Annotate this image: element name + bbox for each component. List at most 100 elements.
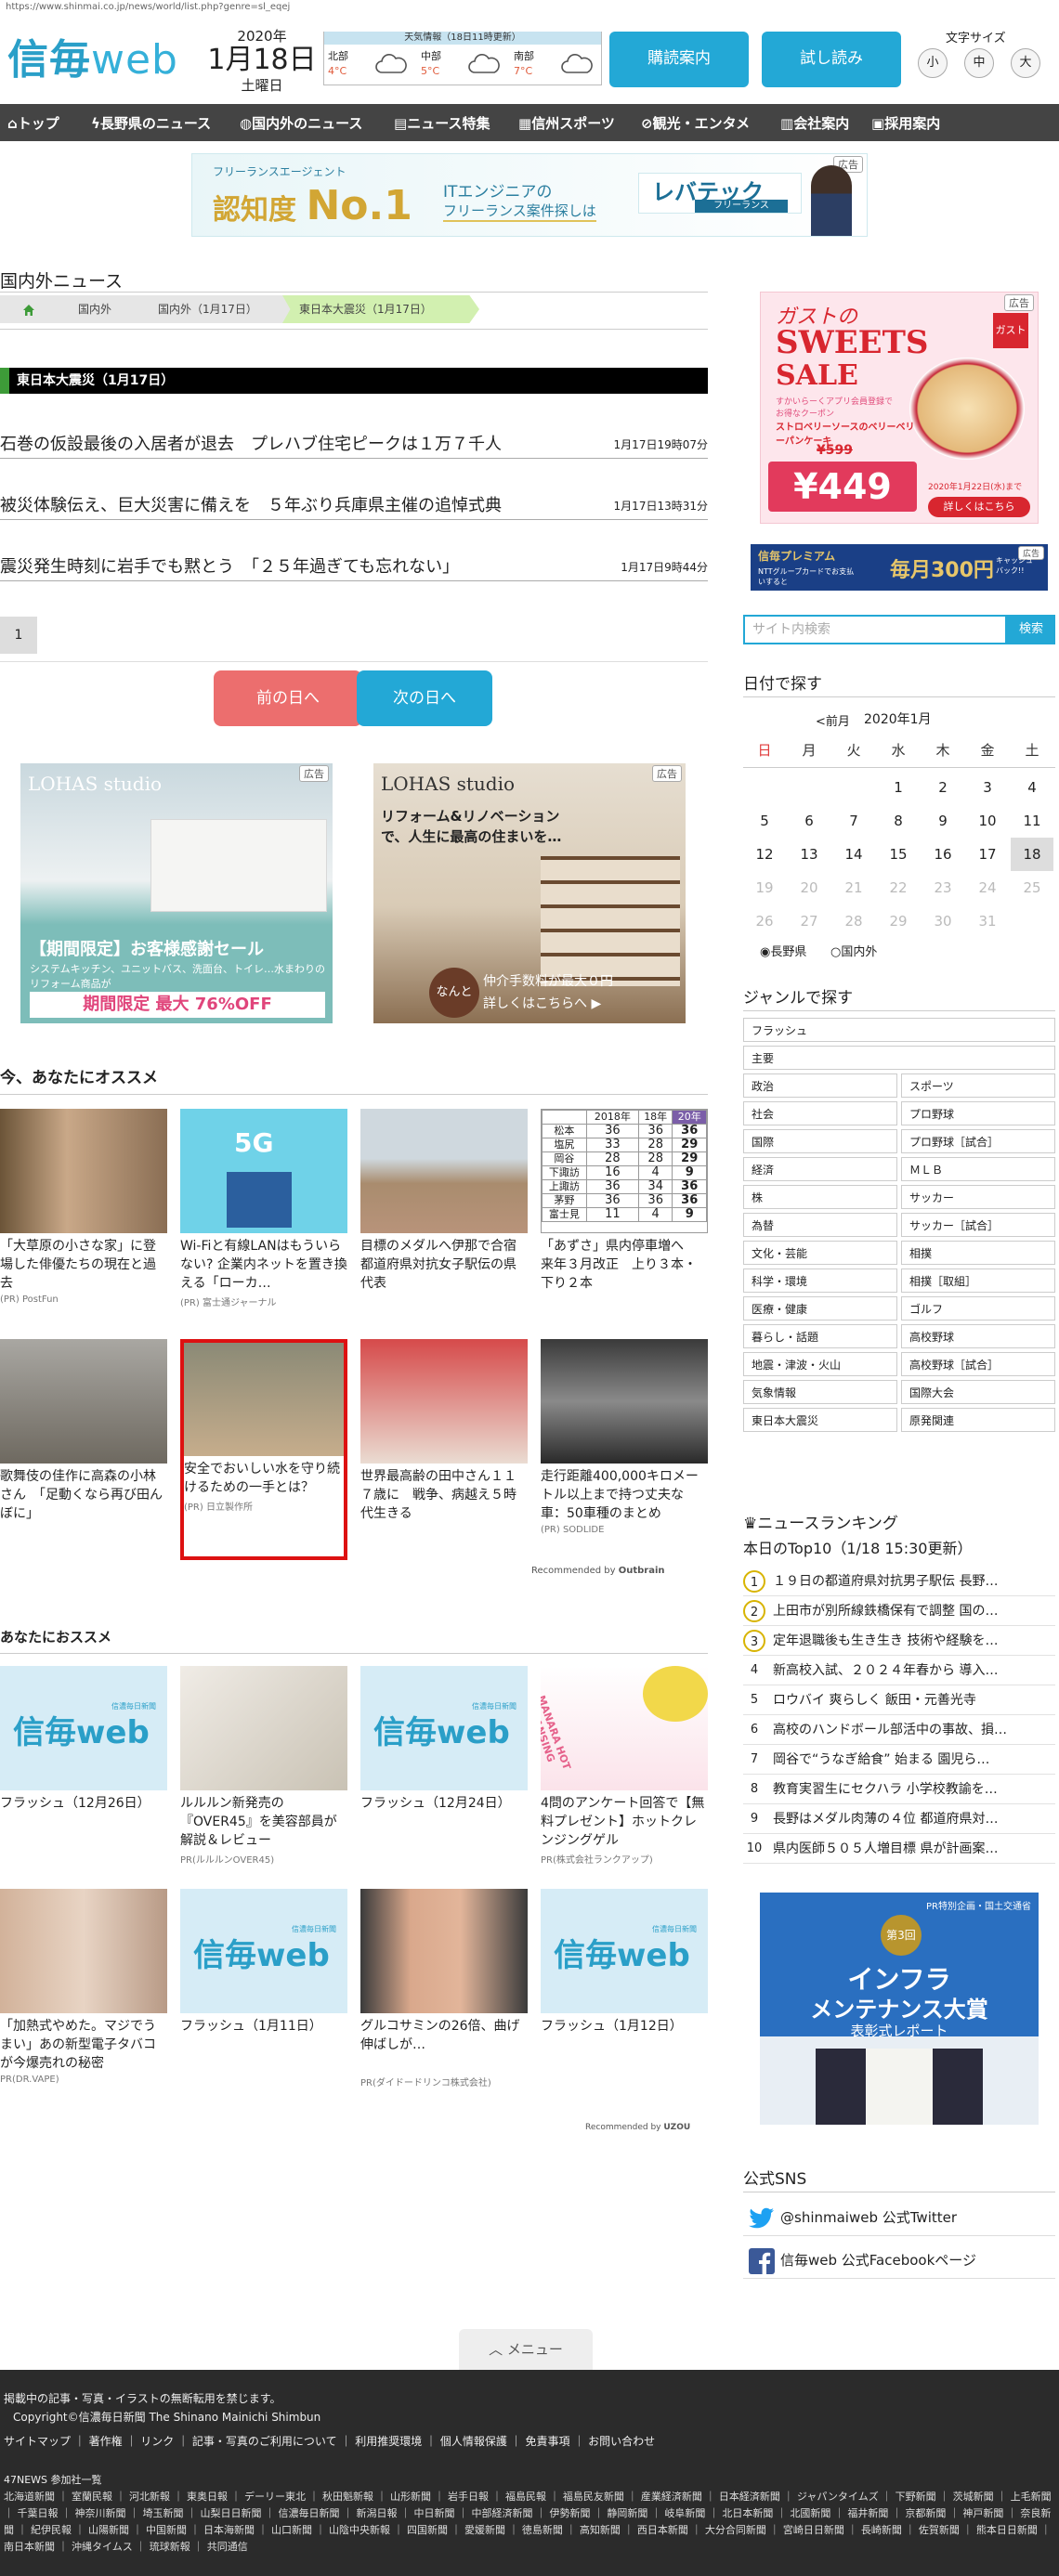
genre-item[interactable]: 国際 <box>743 1129 897 1153</box>
ad-link[interactable]: 詳しくはこちらへ ▶ <box>483 994 601 1012</box>
genre-item[interactable]: 東日本大震災 <box>743 1408 897 1432</box>
genre-item[interactable]: 高校野球［試合］ <box>901 1352 1055 1376</box>
calendar-day[interactable]: 11 <box>1011 804 1053 838</box>
genre-item[interactable]: 相撲［取組］ <box>901 1268 1055 1293</box>
footer-link[interactable]: 個人情報保護 ｜ <box>440 2435 526 2448</box>
genre-item[interactable]: 為替 <box>743 1213 897 1237</box>
rec-card[interactable]: 世界最高齢の田中さん１１７歳に 戦争、病越え５時代生きる <box>360 1339 528 1523</box>
subscription-button[interactable]: 購読案内 <box>609 32 749 87</box>
nav-item-feature[interactable]: ▤ニュース特集 <box>394 113 490 133</box>
rec2-card[interactable]: 信毎web 信濃毎日新聞 フラッシュ（12月26日） <box>0 1666 167 1813</box>
calendar-radio-world[interactable]: ○国内外 <box>830 942 877 959</box>
calendar-day[interactable]: 10 <box>966 804 1009 838</box>
calendar-day[interactable]: 14 <box>832 838 875 871</box>
prev-day-button[interactable]: 前の日へ <box>214 670 362 726</box>
footer-link[interactable]: 記事・写真のご利用について ｜ <box>192 2435 355 2448</box>
calendar-day[interactable]: 7 <box>832 804 875 838</box>
genre-item[interactable]: 社会 <box>743 1101 897 1125</box>
genre-item[interactable]: 科学・環境 <box>743 1268 897 1293</box>
footer-link[interactable]: 利用推奨環境 ｜ <box>355 2435 440 2448</box>
font-size-large-button[interactable]: 大 <box>1011 48 1040 78</box>
breadcrumb-home[interactable] <box>0 295 74 323</box>
font-size-small-button[interactable]: 小 <box>918 48 948 78</box>
footer-link[interactable]: リンク ｜ <box>140 2435 192 2448</box>
calendar-day-today[interactable]: 18 <box>1011 838 1053 871</box>
calendar-radio-nagano[interactable]: ◉長野県 <box>760 942 806 959</box>
rec2-card[interactable]: 「加熱式やめた。マジでうまい」あの新型電子タバコが今爆売れの秘密 PR(DR.V… <box>0 1889 167 2085</box>
nav-item-tourism[interactable]: ⊘観光・エンタメ <box>641 113 750 133</box>
ranking-item[interactable]: 2 上田市が別所線鉄橋保有で調整 国の… <box>743 1597 1055 1625</box>
genre-item[interactable]: 高校野球 <box>901 1324 1055 1348</box>
genre-item[interactable]: 経済 <box>743 1157 897 1181</box>
calendar-day[interactable]: 2 <box>922 771 964 804</box>
next-day-button[interactable]: 次の日へ <box>357 670 492 726</box>
ranking-item[interactable]: 8 教育実習生にセクハラ 小学校教諭を… <box>743 1776 1055 1803</box>
nav-item-company[interactable]: ▥会社案内 <box>780 113 849 133</box>
ranking-item[interactable]: 4 新高校入試、２０２４年春から 導入… <box>743 1657 1055 1685</box>
genre-item[interactable]: 暮らし・話題 <box>743 1324 897 1348</box>
site-search-input[interactable]: サイト内検索 <box>743 615 1007 644</box>
calendar-day[interactable]: 8 <box>877 804 920 838</box>
font-size-medium-button[interactable]: 中 <box>964 48 994 78</box>
ranking-item[interactable]: 9 長野はメダル肉薄の４位 都道府県対… <box>743 1805 1055 1833</box>
footer-link[interactable]: お問い合わせ <box>588 2435 655 2448</box>
genre-item[interactable]: ゴルフ <box>901 1296 1055 1321</box>
top-banner-ad[interactable]: 広告 フリーランスエージェント 認知度 No.1 ITエンジニアの フリーランス… <box>191 153 868 237</box>
lohas-ad-renovation[interactable]: 広告 LOHAS studio リフォーム&リノベーションで、人生に最高の住まい… <box>373 763 686 1023</box>
news-item[interactable]: 震災発生時刻に岩手でも黙とう 「２５年過ぎても忘れない」 1月17日9時44分 <box>0 548 708 581</box>
genre-item[interactable]: サッカー［試合］ <box>901 1213 1055 1237</box>
rec-card-highlighted[interactable]: 安全でおいしい水を守り続けるための一手とは？ (PR) 日立製作所 <box>180 1339 347 1560</box>
rec2-card[interactable]: MANARA HOT CLEANSING GEL 4問のアンケート回答で【無料プ… <box>541 1666 708 1866</box>
calendar-day[interactable]: 12 <box>743 838 786 871</box>
footer-link[interactable]: 著作権 ｜ <box>89 2435 141 2448</box>
facebook-link[interactable]: 信毎web 公式Facebookページ <box>743 2242 1055 2279</box>
footer-link[interactable]: 免責事項 ｜ <box>525 2435 588 2448</box>
genre-item[interactable]: 相撲 <box>901 1241 1055 1265</box>
genre-item[interactable]: 株 <box>743 1185 897 1209</box>
calendar-day[interactable]: 9 <box>922 804 964 838</box>
twitter-link[interactable]: @shinmaiweb 公式Twitter <box>743 2199 1055 2236</box>
pagination-current[interactable]: 1 <box>0 617 37 654</box>
genre-item[interactable]: プロ野球 <box>901 1101 1055 1125</box>
trial-read-button[interactable]: 試し読み <box>762 32 901 87</box>
calendar-day[interactable]: 4 <box>1011 771 1053 804</box>
nav-item-nagano[interactable]: ϟ長野県のニュース <box>91 113 211 133</box>
genre-item[interactable]: 地震・津波・火山 <box>743 1352 897 1376</box>
nav-item-top[interactable]: ⌂トップ <box>7 113 59 133</box>
site-search-button[interactable]: 検索 <box>1007 615 1055 644</box>
rec-card[interactable]: 「大草原の小さな家」に登場した俳優たちの現在と過去 (PR) PostFun <box>0 1109 167 1305</box>
genre-item[interactable]: 政治 <box>743 1073 897 1098</box>
ranking-item[interactable]: 10 県内医師５０５人増目標 県が計画案… <box>743 1835 1055 1863</box>
rec2-card[interactable]: ルルルン新発売の『OVER45』を美容部員が解説＆レビュー PR(ルルルンOVE… <box>180 1666 347 1866</box>
nav-item-sports[interactable]: ▦信州スポーツ <box>518 113 615 133</box>
footer-menu-tab[interactable]: ︿ メニュー <box>459 2329 593 2370</box>
rec-card[interactable]: 5G Wi-Fiと有線LANはもういらない? 企業内ネットを置き換える「ローカ…… <box>180 1109 347 1308</box>
ranking-item[interactable]: 5 ロウバイ 爽らしく 飯田・元善光寺 <box>743 1686 1055 1714</box>
uzou-credit[interactable]: Recommended by UZOU <box>585 2123 690 2132</box>
gusto-ad[interactable]: 広告 ガスト ガストの SWEETS SALE すかいらーくアプリ会員登録でお得… <box>760 292 1039 524</box>
rec-card[interactable]: 走行距離400,000キロメートル以上まで持つ丈夫な車：50車種のまとめ (PR… <box>541 1339 708 1535</box>
calendar-day[interactable]: 5 <box>743 804 786 838</box>
calendar-day[interactable]: 13 <box>788 838 830 871</box>
genre-item[interactable]: 医療・健康 <box>743 1296 897 1321</box>
genre-item[interactable]: サッカー <box>901 1185 1055 1209</box>
ranking-item[interactable]: 1 １９日の都道府県対抗男子駅伝 長野… <box>743 1568 1055 1595</box>
genre-item[interactable]: フラッシュ <box>743 1018 1055 1042</box>
rec2-card[interactable]: 信毎web 信濃毎日新聞 フラッシュ（1月12日） <box>541 1889 708 2036</box>
calendar-day[interactable]: 15 <box>877 838 920 871</box>
calendar-day[interactable]: 6 <box>788 804 830 838</box>
nav-item-world[interactable]: ◍国内外のニュース <box>240 113 362 133</box>
rec2-card[interactable]: 信毎web 信濃毎日新聞 フラッシュ（1月11日） <box>180 1889 347 2036</box>
genre-item[interactable]: プロ野球［試合］ <box>901 1129 1055 1153</box>
premium-ad[interactable]: 広告 信毎プレミアム NTTグループカードでお支払いすると 毎月300円 キャッ… <box>751 544 1048 591</box>
ad-cta-button[interactable]: 詳しくはこちら <box>928 497 1030 517</box>
calendar-day[interactable]: 16 <box>922 838 964 871</box>
news-title[interactable]: 被災体験伝え、巨大災害に備えを ５年ぶり兵庫県主催の追悼式典 <box>0 492 502 516</box>
news-item[interactable]: 石巻の仮設最後の入居者が退去 プレハブ住宅ピークは１万７千人 1月17日19時07… <box>0 425 708 459</box>
rec2-card[interactable]: 信毎web 信濃毎日新聞 フラッシュ（12月24日） <box>360 1666 528 1813</box>
rec-card[interactable]: 2018年 18年 20年 松本 36 36 36 塩尻 33 28 29 岡谷 28 28 29 下諏訪 16… <box>541 1109 708 1293</box>
news-title[interactable]: 石巻の仮設最後の入居者が退去 プレハブ住宅ピークは１万７千人 <box>0 431 502 455</box>
genre-item[interactable]: スポーツ <box>901 1073 1055 1098</box>
calendar-day[interactable]: 1 <box>877 771 920 804</box>
calendar-prev-month[interactable]: <前月 <box>816 711 850 729</box>
